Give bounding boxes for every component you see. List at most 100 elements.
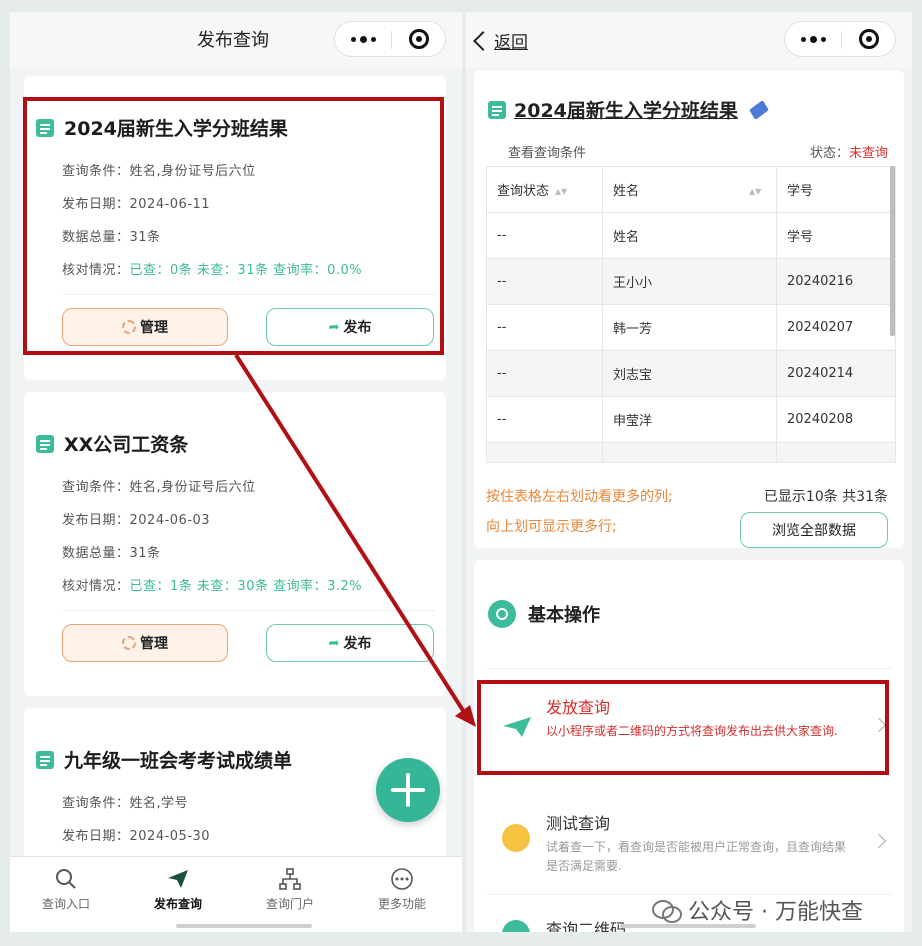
card-date: 发布日期：2024-06-11 [62, 197, 211, 212]
share-icon: ➦ [328, 635, 340, 651]
table-cell: 姓名 [602, 212, 777, 259]
more-icon[interactable] [335, 22, 391, 56]
card-conditions: 查询条件：姓名,学号 [62, 796, 189, 811]
op-title: 查询二维码 [546, 920, 627, 932]
manage-button[interactable]: 管理 [62, 308, 228, 346]
publish-button[interactable]: ➦ 发布 [266, 624, 434, 662]
back-label: 返回 [494, 33, 528, 53]
table-cell: 20240208 [776, 396, 896, 443]
settings-icon [488, 600, 516, 628]
add-query-fab-button[interactable] [376, 758, 440, 822]
tab-publish-query[interactable]: 发布查询 [138, 867, 218, 912]
check-value: 已查：1条 未查：30条 查询率：3.2% [129, 579, 363, 594]
table-cell: 学号 [776, 212, 896, 259]
card-conditions: 查询条件：姓名,身份证号后六位 [62, 480, 256, 495]
sitemap-icon [279, 868, 301, 890]
table-cell: -- [486, 212, 603, 259]
tab-bar: 查询入口 发布查询 查询门户 更多功能 [10, 856, 462, 932]
card-title: 九年级一班会考考试成绩单 [36, 746, 292, 773]
column-header[interactable]: 姓名 ▲▼ [602, 166, 777, 213]
table-cell [776, 442, 896, 463]
table-cell [486, 442, 603, 463]
close-miniprogram-icon[interactable] [409, 29, 429, 49]
paper-plane-icon [168, 870, 188, 888]
search-icon [56, 869, 76, 889]
check-label: 核对情况： [62, 579, 130, 594]
close-miniprogram-icon[interactable] [859, 29, 879, 49]
table-cell: 刘志宝 [602, 350, 777, 397]
data-table[interactable]: 查询状态 ▲▼ 姓名 ▲▼ 学号 -- 姓名 学号 -- 王小小 20240216 -- 韩一… [486, 166, 896, 463]
table-cell: 王小小 [602, 258, 777, 305]
sort-icon: ▲▼ [555, 187, 568, 196]
tab-query-portal[interactable]: 查询门户 [250, 867, 330, 912]
right-phone-screen: 返回 2024届新生入学分班结果 查看查询条件 状态：未查询 查询状态 ▲▼ 姓名… [466, 12, 912, 932]
chevron-left-icon [473, 30, 493, 51]
table-row: -- 姓名 学号 [486, 212, 896, 259]
column-header[interactable]: 学号 [776, 166, 896, 213]
check-value: 已查：0条 未查：31条 查询率：0.0% [129, 263, 363, 278]
tab-label: 更多功能 [377, 897, 426, 911]
sort-icon: ▲▼ [749, 187, 762, 196]
op-test-query[interactable]: 测试查询 试着查一下，看查询是否能被用户正常查询，且查询结果是否满足需要. [486, 792, 896, 882]
row-count: 已显示10条 共31条 [763, 489, 888, 505]
capsule-separator [391, 31, 392, 49]
op-desc: 以小程序或者二维码的方式将查询发布出去供大家查询. [546, 724, 838, 738]
publish-label: 发布 [343, 636, 372, 652]
gear-icon [122, 636, 136, 650]
publish-button[interactable]: ➦ 发布 [266, 308, 434, 346]
tab-more-features[interactable]: 更多功能 [362, 867, 442, 912]
table-row: -- 刘志宝 20240214 [486, 350, 896, 397]
detail-title-text: 2024届新生入学分班结果 [514, 100, 738, 122]
table-cell: 20240216 [776, 258, 896, 305]
op-publish-query[interactable]: 发放查询 以小程序或者二维码的方式将查询发布出去供大家查询. [486, 682, 896, 770]
status: 状态：未查询 [810, 142, 888, 161]
column-header[interactable]: 查询状态 ▲▼ [486, 166, 603, 213]
table-cell: -- [486, 304, 603, 351]
more-icon[interactable] [785, 22, 841, 56]
table-cell: 韩一芳 [602, 304, 777, 351]
manage-label: 管理 [140, 636, 168, 652]
swipe-hint: 向上划可显示更多行; [486, 519, 617, 535]
status-value: 未查询 [848, 146, 888, 161]
header-label: 姓名 [613, 184, 640, 199]
table-cell: -- [486, 350, 603, 397]
card-title: 2024届新生入学分班结果 [36, 114, 288, 141]
header-label: 学号 [787, 184, 814, 199]
manage-label: 管理 [140, 320, 168, 336]
detail-title: 2024届新生入学分班结果 [488, 96, 769, 123]
edit-pen-icon[interactable] [748, 99, 769, 120]
publish-label: 发布 [343, 320, 372, 336]
table-row: -- 韩一芳 20240207 [486, 304, 896, 351]
section-title-text: 基本操作 [528, 605, 600, 626]
qrcode-icon [502, 920, 530, 932]
card-divider [62, 294, 436, 295]
section-title: 基本操作 [488, 600, 600, 628]
capsule-menu [784, 21, 896, 57]
back-button[interactable]: 返回 [470, 28, 528, 53]
table-cell: -- [486, 258, 603, 305]
header-label: 查询状态 [497, 184, 550, 199]
chevron-right-icon [871, 833, 887, 849]
manage-button[interactable]: 管理 [62, 624, 228, 662]
table-header-row: 查询状态 ▲▼ 姓名 ▲▼ 学号 [486, 166, 896, 213]
browse-all-button[interactable]: 浏览全部数据 [740, 512, 888, 548]
table-cell: -- [486, 396, 603, 443]
share-icon: ➦ [328, 319, 340, 335]
tab-query-entry[interactable]: 查询入口 [26, 867, 106, 912]
conditions-row: 查看查询条件 状态：未查询 [508, 142, 888, 161]
table-cell [602, 442, 777, 463]
swipe-hint: 按住表格左右划动看更多的列; [486, 489, 673, 505]
wechat-icon [652, 898, 682, 923]
capsule-menu [334, 21, 446, 57]
view-conditions-link[interactable]: 查看查询条件 [508, 142, 586, 161]
table-scrollbar[interactable] [890, 166, 895, 336]
card-total: 数据总量：31条 [62, 230, 161, 245]
card-check: 核对情况：已查：1条 未查：30条 查询率：3.2% [62, 575, 362, 594]
op-desc: 试着查一下，看查询是否能被用户正常查询，且查询结果是否满足需要. [546, 840, 847, 873]
card-title: XX公司工资条 [36, 430, 188, 457]
op-title: 测试查询 [546, 814, 611, 833]
table-row: -- 王小小 20240216 [486, 258, 896, 305]
table-row [486, 442, 896, 463]
status-label: 状态： [809, 146, 849, 161]
document-icon [36, 750, 54, 769]
